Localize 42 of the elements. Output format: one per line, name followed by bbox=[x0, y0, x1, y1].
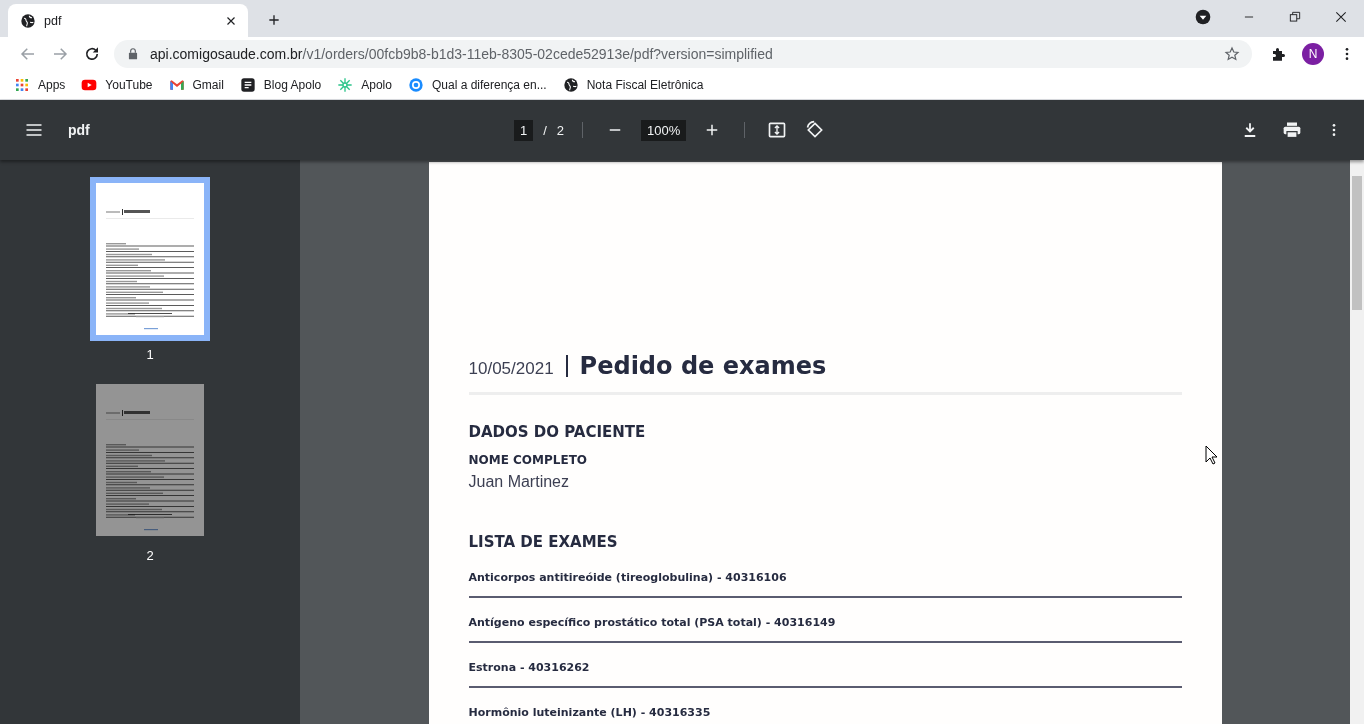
url-text: api.comigosaude.com.br/v1/orders/00fcb9b8-b1d3-11eb-8305-02cede52913e/pdf?version=simplified bbox=[150, 45, 773, 62]
document-date: 10/05/2021 bbox=[468, 359, 554, 379]
exam-item: Antígeno específico prostático total (PSA total) - 40316149 bbox=[468, 616, 836, 629]
star-icon[interactable] bbox=[1224, 45, 1240, 62]
sparkle-icon bbox=[337, 76, 354, 93]
globe-icon bbox=[20, 12, 36, 29]
browser-tab[interactable]: pdf bbox=[8, 4, 248, 37]
lock-icon bbox=[126, 46, 140, 61]
page-number: 1 bbox=[146, 347, 154, 362]
scrollbar-thumb[interactable] bbox=[1352, 176, 1362, 310]
bookmark[interactable]: Apolo bbox=[337, 76, 392, 93]
field-value: Juan Martinez bbox=[468, 473, 570, 491]
exam-item: Hormônio luteinizante (LH) - 40316335 bbox=[468, 706, 711, 719]
exam-item: Estrona - 40316262 bbox=[468, 661, 590, 674]
page-number-field[interactable]: 1 bbox=[514, 119, 534, 141]
globe-icon bbox=[562, 76, 579, 93]
ring-icon bbox=[407, 76, 424, 93]
document-heading: Pedido de exames bbox=[579, 352, 827, 380]
bookmark[interactable]: YouTube bbox=[81, 76, 153, 93]
bookmark[interactable]: Nota Fiscal Eletrônica bbox=[562, 76, 704, 93]
bookmark[interactable]: Gmail bbox=[168, 76, 224, 93]
page-separator: / bbox=[543, 122, 547, 138]
bookmark[interactable]: Blog Apolo bbox=[239, 76, 322, 93]
bookmark[interactable]: Apps bbox=[14, 76, 66, 93]
page-thumbnail[interactable] bbox=[90, 177, 210, 341]
zoom-field[interactable]: 100% bbox=[641, 119, 687, 141]
apps-grid-icon bbox=[14, 76, 30, 93]
exam-item: Anticorpos antitireóide (tireoglobulina) - 40316106 bbox=[468, 571, 787, 584]
scrollbar[interactable] bbox=[1350, 160, 1364, 724]
document-icon bbox=[239, 76, 256, 93]
field-label: NOME COMPLETO bbox=[468, 453, 589, 467]
section-heading: LISTA DE EXAMES bbox=[468, 533, 619, 551]
document-title: pdf bbox=[68, 122, 90, 138]
title-separator bbox=[565, 355, 568, 377]
address-bar[interactable]: api.comigosaude.com.br/v1/orders/00fcb9b8-b1d3-11eb-8305-02cede52913e/pdf?version=simplified bbox=[114, 39, 1252, 68]
page-number: 2 bbox=[146, 548, 154, 563]
section-heading: DADOS DO PACIENTE bbox=[468, 423, 647, 441]
new-tab-icon[interactable] bbox=[266, 12, 282, 28]
bookmark[interactable]: Qual a diferença en... bbox=[407, 76, 547, 93]
profile-avatar[interactable]: N bbox=[1302, 42, 1324, 65]
pointer-cursor-icon bbox=[1205, 445, 1218, 465]
page-total: 2 bbox=[556, 122, 565, 138]
